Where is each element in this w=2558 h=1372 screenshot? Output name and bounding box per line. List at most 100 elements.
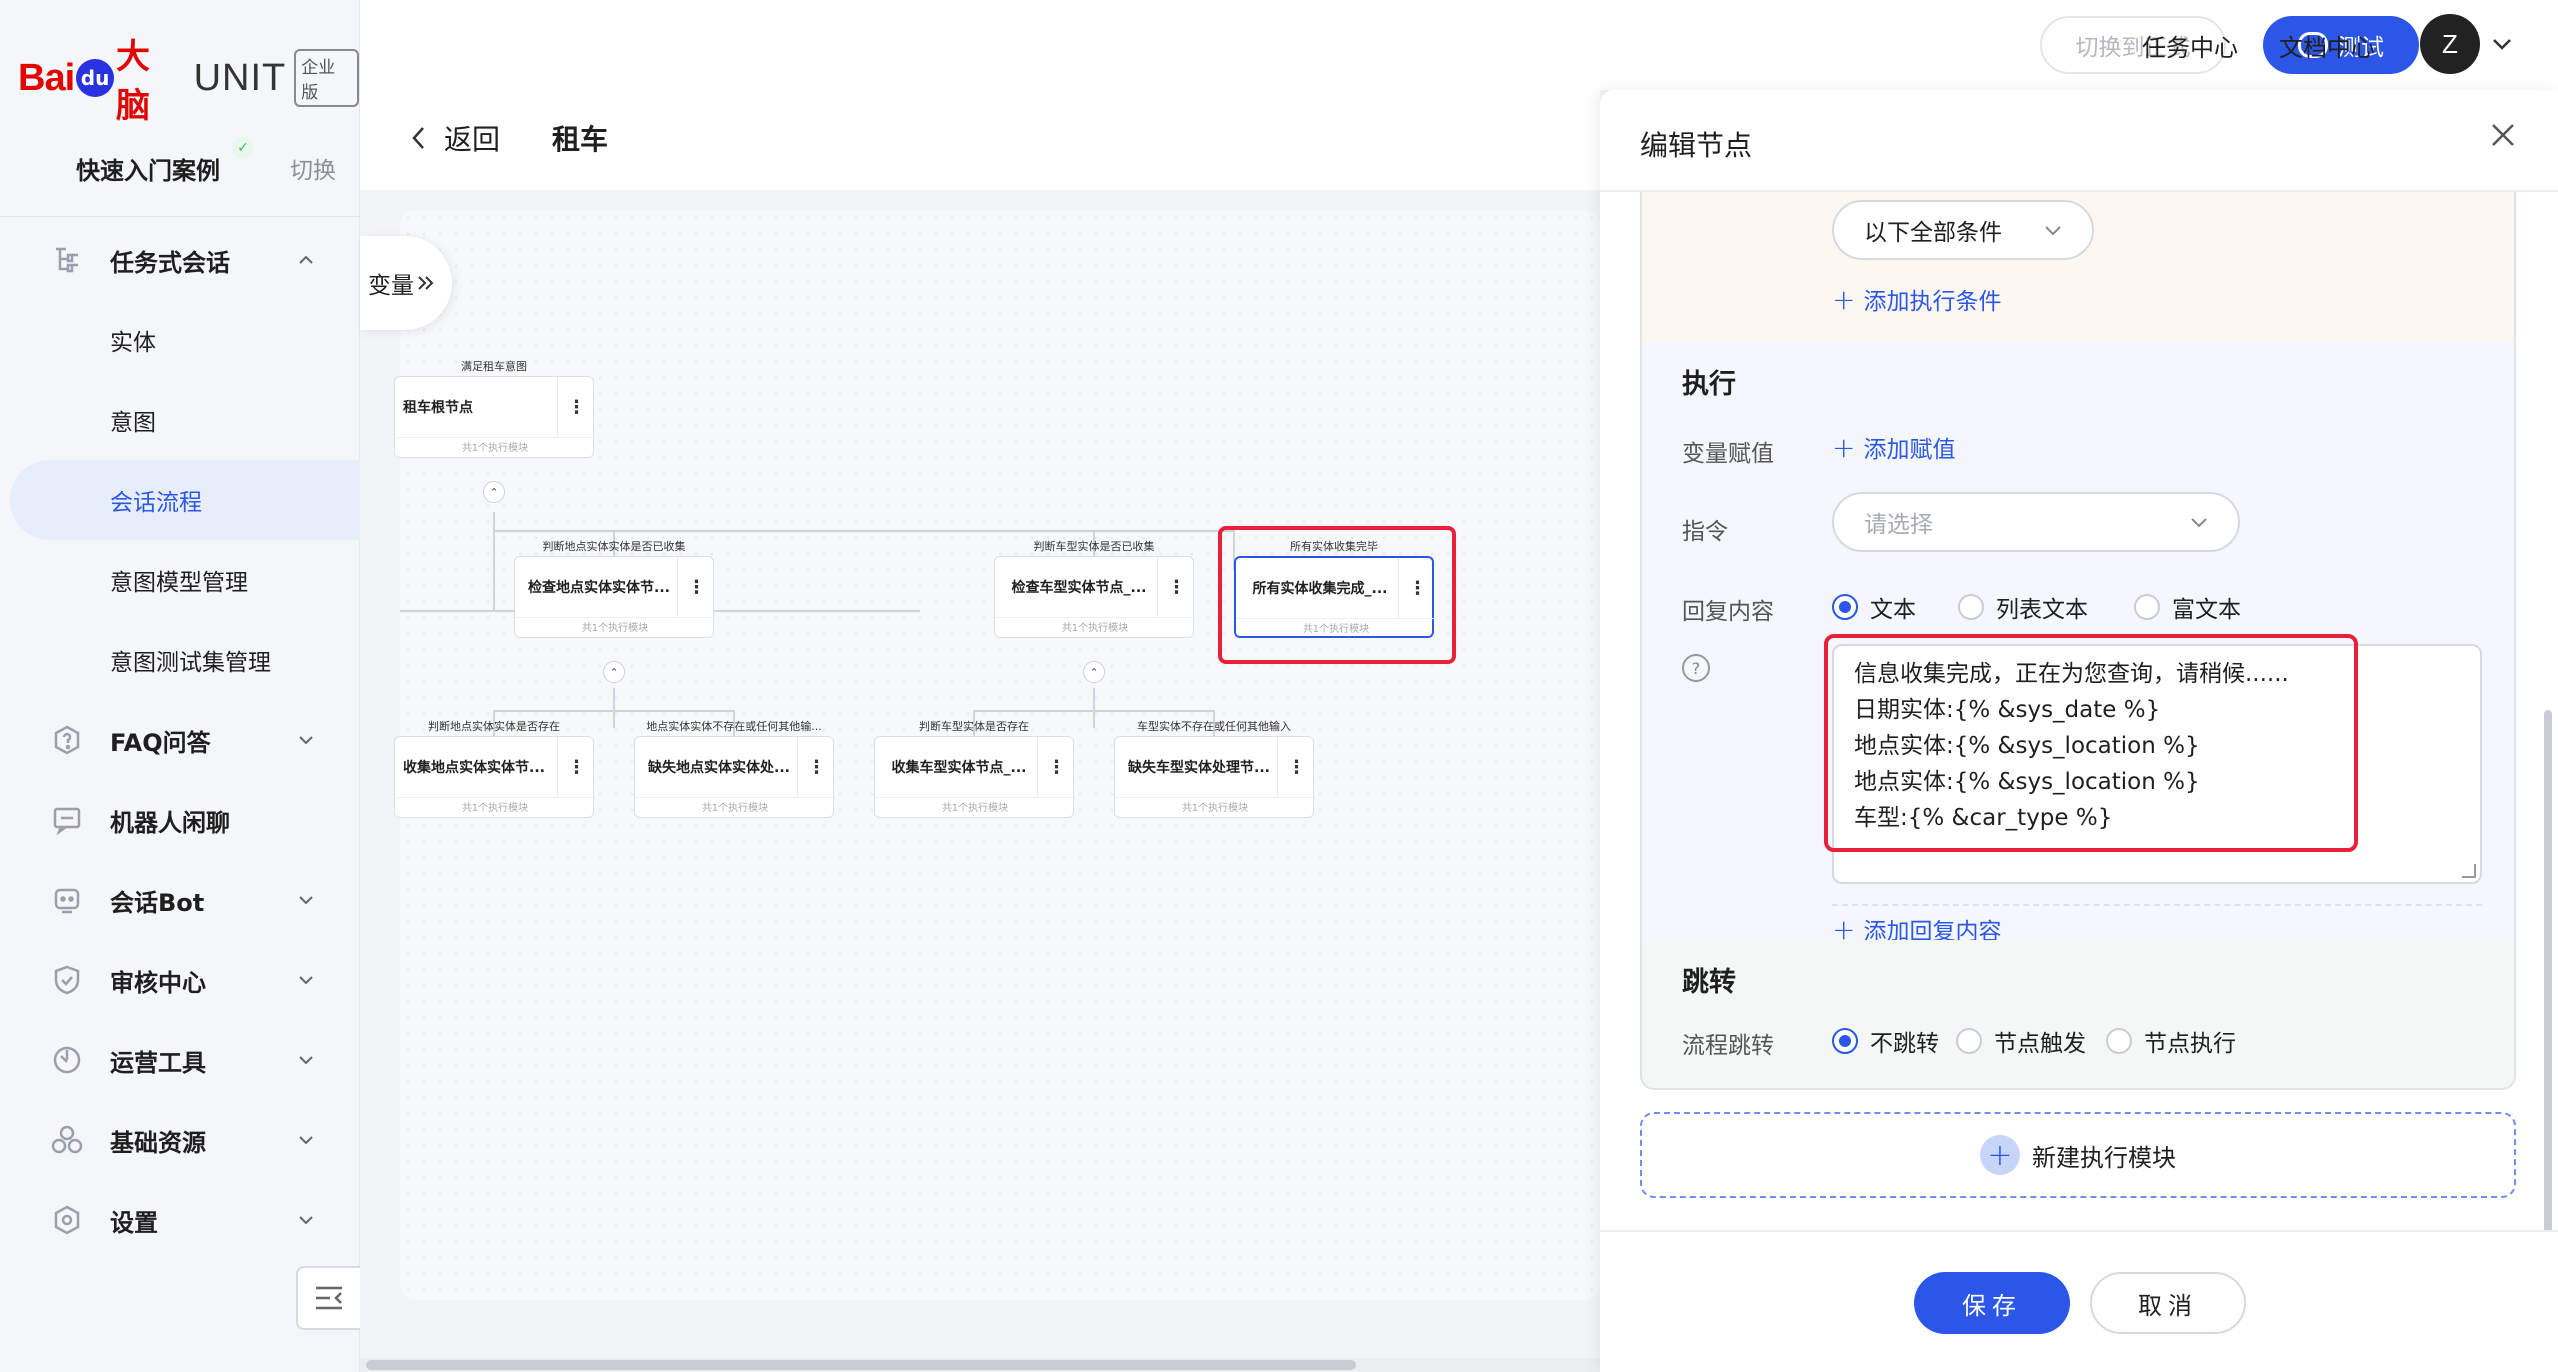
flow-canvas-area[interactable]: 满足租车意图 租车根节点 ⋮ 共1个执行模块 ⌃ 判断地点实体实体是否已收集 检… <box>394 210 1600 1300</box>
node-footer: 共1个执行模块 <box>995 617 1195 639</box>
horizontal-scrollbar[interactable] <box>360 1358 1600 1372</box>
jump-node-trigger-radio[interactable]: 节点触发 <box>1956 1024 2086 1058</box>
node-name: 缺失车型实体处理节... <box>1128 760 1270 776</box>
reply-type-text-radio[interactable]: 文本 <box>1832 590 1916 624</box>
nav-group-faq[interactable]: FAQ问答 <box>0 700 360 780</box>
node-card[interactable]: 缺失车型实体处理节... ⋮ 共1个执行模块 <box>1114 736 1315 819</box>
radio-label: 节点触发 <box>1994 1031 2086 1057</box>
node-condition-label: 满足租车意图 <box>461 360 527 373</box>
more-icon[interactable]: ⋮ <box>797 737 835 797</box>
switch-case-link[interactable]: 切换 <box>290 151 336 185</box>
sidebar-item-label: 意图模型管理 <box>110 570 248 596</box>
more-icon[interactable]: ⋮ <box>1277 737 1315 797</box>
more-icon[interactable]: ⋮ <box>677 557 715 617</box>
flow-connector <box>1093 688 1095 728</box>
tool-icon <box>50 1043 84 1077</box>
nav-group-chitchat[interactable]: 机器人闲聊 <box>0 780 360 860</box>
more-icon[interactable]: ⋮ <box>1037 737 1075 797</box>
chevron-down-icon <box>296 730 316 750</box>
new-exec-module-button[interactable]: + 新建执行模块 <box>1640 1112 2516 1198</box>
nav-group-task-dialog[interactable]: 任务式会话 <box>0 220 360 300</box>
scrollbar-thumb[interactable] <box>366 1360 1356 1370</box>
radio-label: 列表文本 <box>1996 597 2088 623</box>
nav-group-resources[interactable]: 基础资源 <box>0 1100 360 1180</box>
collapse-sidebar-button[interactable] <box>296 1266 360 1330</box>
node-condition-label: 判断车型实体是否存在 <box>919 720 1029 733</box>
sidebar-item-entity[interactable]: 实体 <box>0 300 360 380</box>
back-button[interactable]: 返回 <box>410 118 500 158</box>
node-card[interactable]: 检查车型实体节点_... ⋮ 共1个执行模块 <box>994 556 1195 639</box>
flow-node-check-location[interactable]: 判断地点实体实体是否已收集 检查地点实体实体节... ⋮ 共1个执行模块 <box>514 538 715 639</box>
flow-node-collect-location[interactable]: 判断地点实体实体是否存在 收集地点实体实体节... ⋮ 共1个执行模块 <box>394 718 595 818</box>
sidebar-item-intent-testset[interactable]: 意图测试集管理 <box>0 620 360 700</box>
radio-unchecked-icon <box>1956 1028 1982 1054</box>
sidebar-item-intent-model[interactable]: 意图模型管理 <box>0 540 360 620</box>
collapse-toggle-icon[interactable]: ⌃ <box>483 481 505 503</box>
sidebar-nav: 任务式会话 实体 意图 会话流程 意图模型管理 意图测试集管理 FAQ问答 机器… <box>0 220 360 1260</box>
sidebar-item-dialog-flow[interactable]: 会话流程 <box>10 460 360 540</box>
flow-node-collect-cartype[interactable]: 判断车型实体是否存在 收集车型实体节点_... ⋮ 共1个执行模块 <box>874 718 1075 818</box>
help-icon[interactable]: ? <box>1682 654 1710 682</box>
radio-label: 不跳转 <box>1870 1031 1939 1057</box>
flow-node-root[interactable]: 满足租车意图 租车根节点 ⋮ 共1个执行模块 <box>394 358 595 458</box>
chevron-down-icon <box>296 890 316 910</box>
cancel-button[interactable]: 取消 <box>2090 1272 2246 1334</box>
reply-type-rich-radio[interactable]: 富文本 <box>2134 590 2241 624</box>
flow-node-missing-cartype[interactable]: 车型实体不存在或任何其他输入 缺失车型实体处理节... ⋮ 共1个执行模块 <box>1114 718 1315 819</box>
baidu-unit-logo[interactable]: Bai du 大脑 UNIT 企业版 <box>18 37 359 126</box>
condition-mode-select[interactable]: 以下全部条件 <box>1832 200 2094 260</box>
sidebar-item-intent[interactable]: 意图 <box>0 380 360 460</box>
add-condition-label: 添加执行条件 <box>1863 289 2002 315</box>
case-title: 快速入门案例 ✓ <box>76 136 254 186</box>
flow-node-check-cartype[interactable]: 判断车型实体是否已收集 检查车型实体节点_... ⋮ 共1个执行模块 <box>994 538 1195 639</box>
collapse-toggle-icon[interactable]: ⌃ <box>603 661 625 683</box>
node-card[interactable]: 检查地点实体实体节... ⋮ 共1个执行模块 <box>514 556 715 639</box>
chevron-left-icon <box>412 127 424 149</box>
task-center-link[interactable]: 任务中心 <box>2142 28 2238 63</box>
node-card[interactable]: 收集地点实体实体节... ⋮ 共1个执行模块 <box>394 736 595 818</box>
close-icon[interactable] <box>2488 120 2518 150</box>
resize-handle-icon[interactable] <box>2462 864 2476 878</box>
add-assignment-link[interactable]: + 添加赋值 <box>1832 430 1955 464</box>
nav-group-settings[interactable]: 设置 <box>0 1180 360 1260</box>
reply-type-list-radio[interactable]: 列表文本 <box>1958 590 2088 624</box>
variables-tab[interactable]: 变量 <box>360 236 452 330</box>
collapse-toggle-icon[interactable]: ⌃ <box>1083 661 1105 683</box>
nav-group-ops-tools[interactable]: 运营工具 <box>0 1020 360 1100</box>
node-name: 租车根节点 <box>403 400 473 416</box>
node-footer: 共1个执行模块 <box>515 617 715 639</box>
node-card[interactable]: 租车根节点 ⋮ 共1个执行模块 <box>394 376 595 458</box>
chevron-down-icon[interactable] <box>2490 32 2514 56</box>
reply-content-label: 回复内容 <box>1682 599 1774 625</box>
question-icon <box>50 723 84 757</box>
avatar[interactable]: Z <box>2420 14 2480 74</box>
flow-connector <box>493 710 733 712</box>
flow-node-missing-location[interactable]: 地点实体实体不存在或任何其他输... 缺失地点实体实体处... ⋮ 共1个执行模… <box>634 718 835 818</box>
more-icon[interactable]: ⋮ <box>557 737 595 797</box>
save-button[interactable]: 保存 <box>1914 1272 2070 1334</box>
command-select[interactable]: 请选择 <box>1832 492 2240 552</box>
doc-center-link[interactable]: 文档中心 <box>2279 28 2375 63</box>
flow-canvas[interactable]: 满足租车意图 租车根节点 ⋮ 共1个执行模块 ⌃ 判断地点实体实体是否已收集 检… <box>360 190 1600 1372</box>
add-condition-link[interactable]: + 添加执行条件 <box>1832 282 2001 316</box>
page-title: 租车 <box>552 123 609 156</box>
nav-group-label: 设置 <box>110 1208 158 1237</box>
node-card[interactable]: 缺失地点实体实体处... ⋮ 共1个执行模块 <box>634 736 835 818</box>
back-label: 返回 <box>444 123 501 156</box>
more-icon[interactable]: ⋮ <box>1157 557 1195 617</box>
node-footer: 共1个执行模块 <box>1115 797 1315 819</box>
nav-group-bot[interactable]: 会话Bot <box>0 860 360 940</box>
jump-node-exec-radio[interactable]: 节点执行 <box>2106 1024 2236 1058</box>
jump-none-radio[interactable]: 不跳转 <box>1832 1024 1939 1058</box>
nav-group-label: 机器人闲聊 <box>110 808 230 837</box>
nav-group-review[interactable]: 审核中心 <box>0 940 360 1020</box>
nav-group-label: FAQ问答 <box>110 728 211 757</box>
node-card[interactable]: 收集车型实体节点_... ⋮ 共1个执行模块 <box>874 736 1075 818</box>
nav-group-label: 基础资源 <box>110 1128 206 1157</box>
new-module-label: 新建执行模块 <box>2032 1143 2176 1172</box>
more-icon[interactable]: ⋮ <box>557 377 595 437</box>
nav-group-label: 审核中心 <box>110 968 206 997</box>
panel-scrollbar[interactable] <box>2544 710 2552 1320</box>
case-row: 快速入门案例 ✓ 切换 <box>0 136 360 196</box>
chevron-down-icon <box>296 1050 316 1070</box>
